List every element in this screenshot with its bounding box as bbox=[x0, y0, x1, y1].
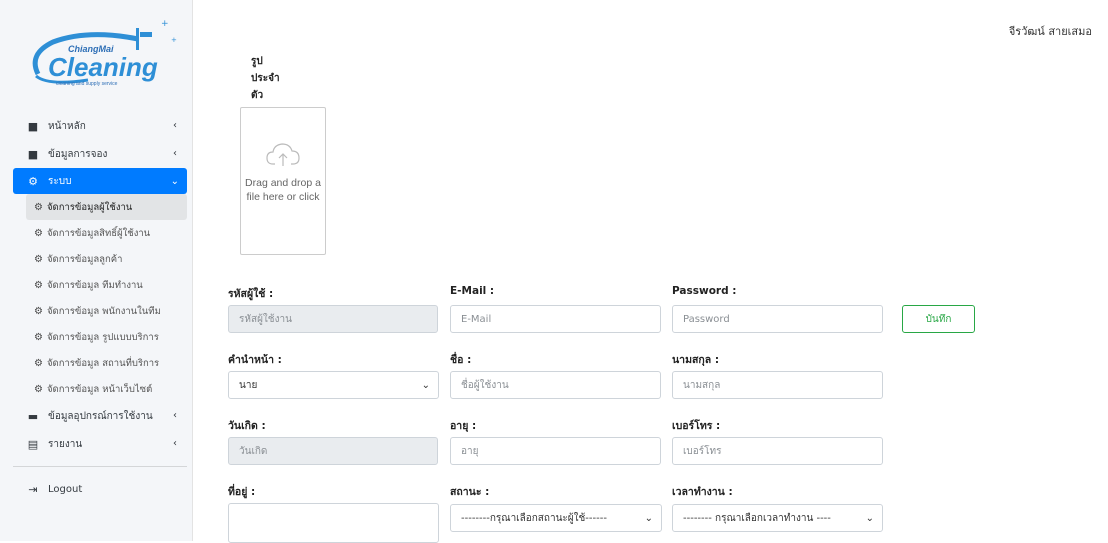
sidebar-divider bbox=[13, 466, 187, 467]
chevron-down-icon: ⌄ bbox=[644, 512, 653, 524]
cloud-upload-icon bbox=[266, 143, 300, 166]
email-field[interactable]: E-Mail bbox=[450, 305, 661, 333]
sub-item-label: จัดการข้อมูล สถานที่บริการ bbox=[46, 357, 160, 369]
chevron-left-icon: ‹ bbox=[173, 120, 177, 131]
nav-item-home[interactable]: ■ หน้าหลัก ‹ bbox=[0, 112, 193, 140]
work-time-select-value: -------- กรุณาเลือกเวลาทำงาน ---- bbox=[683, 512, 831, 524]
nav-item-logout-label: Logout bbox=[48, 483, 83, 495]
chevron-down-icon: ⌄ bbox=[170, 176, 179, 187]
sub-item-teams[interactable]: ⚙ จัดการข้อมูล ทีมทำงาน bbox=[0, 272, 193, 298]
sub-item-label: จัดการข้อมูลผู้ใช้งาน bbox=[46, 201, 133, 213]
truck-loading-icon: ▬ bbox=[27, 409, 39, 423]
cogs-icon: ⚙ bbox=[34, 305, 43, 317]
last-name-label: นามสกุล : bbox=[672, 354, 720, 366]
nav-item-booking[interactable]: ■ ข้อมูลการจอง ‹ bbox=[0, 140, 193, 168]
cogs-icon: ⚙ bbox=[34, 383, 43, 395]
sub-item-user-permissions[interactable]: ⚙ จัดการข้อมูลสิทธิ์ผู้ใช้งาน bbox=[0, 220, 193, 246]
save-button[interactable]: บันทึก bbox=[902, 305, 975, 333]
svg-text:+: + bbox=[161, 19, 169, 29]
first-name-label: ชื่อ : bbox=[450, 354, 472, 366]
prefix-select-value: นาย bbox=[239, 379, 258, 391]
prefix-select[interactable]: นาย ⌄ bbox=[228, 371, 439, 399]
user-id-label: รหัสผู้ใช้ : bbox=[228, 288, 274, 300]
user-name[interactable]: จีรวัฒน์ สายเสมอ bbox=[1009, 22, 1092, 40]
sub-item-service-locations[interactable]: ⚙ จัดการข้อมูล สถานที่บริการ bbox=[0, 350, 193, 376]
chevron-left-icon: ‹ bbox=[173, 410, 177, 421]
nav-item-system[interactable]: ⚙ ระบบ ⌄ bbox=[13, 168, 187, 194]
sub-item-user-management[interactable]: ⚙ จัดการข้อมูลผู้ใช้งาน bbox=[26, 194, 187, 220]
chevron-left-icon: ‹ bbox=[173, 148, 177, 159]
sub-item-label: จัดการข้อมูลสิทธิ์ผู้ใช้งาน bbox=[46, 227, 151, 239]
nav-item-equipment-label: ข้อมูลอุปกรณ์การใช้งาน bbox=[48, 410, 153, 422]
nav-item-report[interactable]: ▤ รายงาน ‹ bbox=[0, 430, 193, 458]
cogs-icon: ⚙ bbox=[28, 174, 38, 188]
file-icon: ▤ bbox=[27, 437, 39, 451]
work-time-label: เวลาทำงาน : bbox=[672, 486, 733, 498]
sub-item-label: จัดการข้อมูลลูกค้า bbox=[46, 253, 123, 265]
sub-item-customers[interactable]: ⚙ จัดการข้อมูลลูกค้า bbox=[0, 246, 193, 272]
birthday-label: วันเกิด : bbox=[228, 420, 266, 432]
chevron-down-icon: ⌄ bbox=[421, 379, 430, 391]
last-name-field[interactable]: นามสกุล bbox=[672, 371, 883, 399]
nav-item-home-label: หน้าหลัก bbox=[48, 120, 86, 132]
photo-label-line: ตัว bbox=[251, 90, 264, 101]
copy-icon: ■ bbox=[27, 119, 39, 133]
logo-tagline: cleaning and supply service bbox=[56, 81, 118, 87]
photo-label-line: ประจำ bbox=[251, 73, 280, 84]
photo-dropzone[interactable]: Drag and drop a file here or click bbox=[240, 107, 326, 255]
company-logo[interactable]: + + ChiangMai Cleaning cleaning and supp… bbox=[28, 14, 178, 94]
cogs-icon: ⚙ bbox=[34, 253, 43, 265]
password-field[interactable]: Password bbox=[672, 305, 883, 333]
sub-item-website[interactable]: ⚙ จัดการข้อมูล หน้าเว็บไซต์ bbox=[0, 376, 193, 402]
logo-name: Cleaning bbox=[48, 52, 158, 82]
birthday-field: วันเกิด bbox=[228, 437, 438, 465]
phone-label: เบอร์โทร : bbox=[672, 420, 721, 432]
user-id-field: รหัสผู้ใช้งาน bbox=[228, 305, 438, 333]
sub-item-label: จัดการข้อมูล ทีมทำงาน bbox=[46, 279, 143, 291]
status-select-value: --------กรุณาเลือกสถานะผู้ใช้------ bbox=[461, 512, 607, 524]
svg-text:+: + bbox=[171, 36, 177, 44]
cogs-icon: ⚙ bbox=[34, 279, 43, 291]
sub-item-label: จัดการข้อมูล หน้าเว็บไซต์ bbox=[46, 383, 153, 395]
cogs-icon: ⚙ bbox=[34, 357, 43, 369]
photo-label-line: รูป bbox=[251, 56, 263, 67]
sub-item-label: จัดการข้อมูล รูปแบบบริการ bbox=[46, 331, 159, 343]
nav-item-booking-label: ข้อมูลการจอง bbox=[48, 148, 108, 160]
cogs-icon: ⚙ bbox=[34, 227, 43, 239]
sub-item-service-types[interactable]: ⚙ จัดการข้อมูล รูปแบบบริการ bbox=[0, 324, 193, 350]
photo-label: รูป ประจำ ตัว bbox=[251, 53, 280, 104]
first-name-field[interactable]: ชื่อผู้ใช้งาน bbox=[450, 371, 661, 399]
address-label: ที่อยู่ : bbox=[228, 486, 256, 498]
dropzone-text: Drag and drop a file here or click bbox=[245, 177, 321, 203]
cogs-icon: ⚙ bbox=[34, 331, 43, 343]
status-select[interactable]: --------กรุณาเลือกสถานะผู้ใช้------ ⌄ bbox=[450, 504, 662, 532]
prefix-label: คำนำหน้า : bbox=[228, 354, 282, 366]
address-textarea[interactable] bbox=[228, 503, 439, 543]
phone-field[interactable]: เบอร์โทร bbox=[672, 437, 883, 465]
chevron-left-icon: ‹ bbox=[173, 438, 177, 449]
work-time-select[interactable]: -------- กรุณาเลือกเวลาทำงาน ---- ⌄ bbox=[672, 504, 883, 532]
sidebar: + + ChiangMai Cleaning cleaning and supp… bbox=[0, 0, 193, 541]
nav-item-report-label: รายงาน bbox=[48, 438, 83, 450]
nav-item-system-label: ระบบ bbox=[48, 175, 72, 187]
sub-item-label: จัดการข้อมูล พนักงานในทีม bbox=[46, 305, 161, 317]
age-field[interactable]: อายุ bbox=[450, 437, 661, 465]
email-label: E-Mail : bbox=[450, 285, 495, 297]
status-label: สถานะ : bbox=[450, 486, 490, 498]
nav-item-equipment[interactable]: ▬ ข้อมูลอุปกรณ์การใช้งาน ‹ bbox=[0, 402, 193, 430]
password-label: Password : bbox=[672, 285, 737, 297]
sidebar-nav: ■ หน้าหลัก ‹ ■ ข้อมูลการจอง ‹ ⚙ ระบบ ⌄ ⚙… bbox=[0, 112, 193, 503]
sign-out-icon: ⇥ bbox=[28, 482, 38, 496]
nav-item-logout[interactable]: ⇥ Logout bbox=[0, 475, 193, 503]
chevron-down-icon: ⌄ bbox=[865, 512, 874, 524]
sub-item-team-staff[interactable]: ⚙ จัดการข้อมูล พนักงานในทีม bbox=[0, 298, 193, 324]
age-label: อายุ : bbox=[450, 420, 477, 432]
cogs-icon: ⚙ bbox=[34, 201, 43, 213]
copy-icon: ■ bbox=[27, 147, 39, 161]
